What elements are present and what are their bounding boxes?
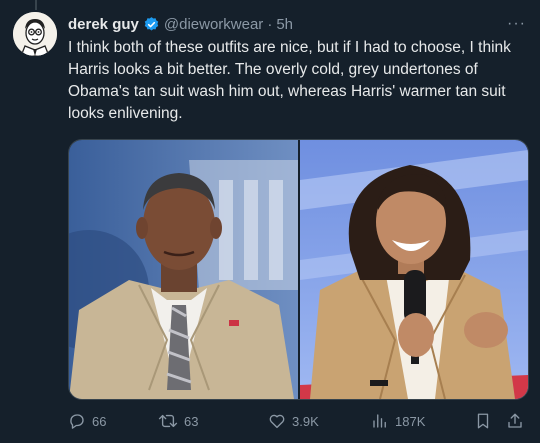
heart-icon [269, 414, 285, 429]
author-handle[interactable]: @dieworkwear [164, 16, 263, 33]
tweet-header: derek guy @dieworkwear · 5h ··· [68, 14, 526, 34]
avatar[interactable] [13, 12, 57, 56]
more-options-icon[interactable]: ··· [507, 15, 526, 33]
like-button[interactable]: 3.9K [268, 412, 319, 430]
tweet-media[interactable] [68, 139, 529, 400]
repost-count: 63 [184, 413, 199, 429]
reply-icon [70, 414, 84, 429]
repost-icon [158, 414, 178, 428]
views-button[interactable]: 187K [371, 412, 425, 430]
share-button[interactable] [506, 412, 524, 430]
separator-dot: · [267, 15, 273, 33]
media-image-right[interactable] [300, 140, 528, 399]
cartoon-avatar-icon [13, 12, 57, 56]
repost-button[interactable]: 63 [158, 412, 198, 430]
tweet-actions: 66 63 3.9K 187K [68, 408, 530, 434]
author-name[interactable]: derek guy [68, 16, 139, 33]
reply-count: 66 [92, 413, 107, 429]
views-chart-icon [373, 414, 386, 428]
man-in-tan-suit-photo [69, 140, 298, 399]
post-time[interactable]: 5h [276, 16, 293, 33]
views-count: 187K [395, 413, 426, 429]
bookmark-icon [477, 413, 489, 429]
woman-in-tan-suit-photo [300, 140, 528, 399]
bookmark-button[interactable] [474, 412, 492, 430]
like-count: 3.9K [292, 413, 319, 429]
verified-badge-icon [143, 16, 160, 33]
reply-button[interactable]: 66 [68, 412, 106, 430]
tweet-text: I think both of these outfits are nice, … [68, 39, 511, 122]
thread-connector-line [35, 0, 37, 10]
share-icon [508, 413, 522, 428]
media-image-left[interactable] [69, 140, 298, 399]
